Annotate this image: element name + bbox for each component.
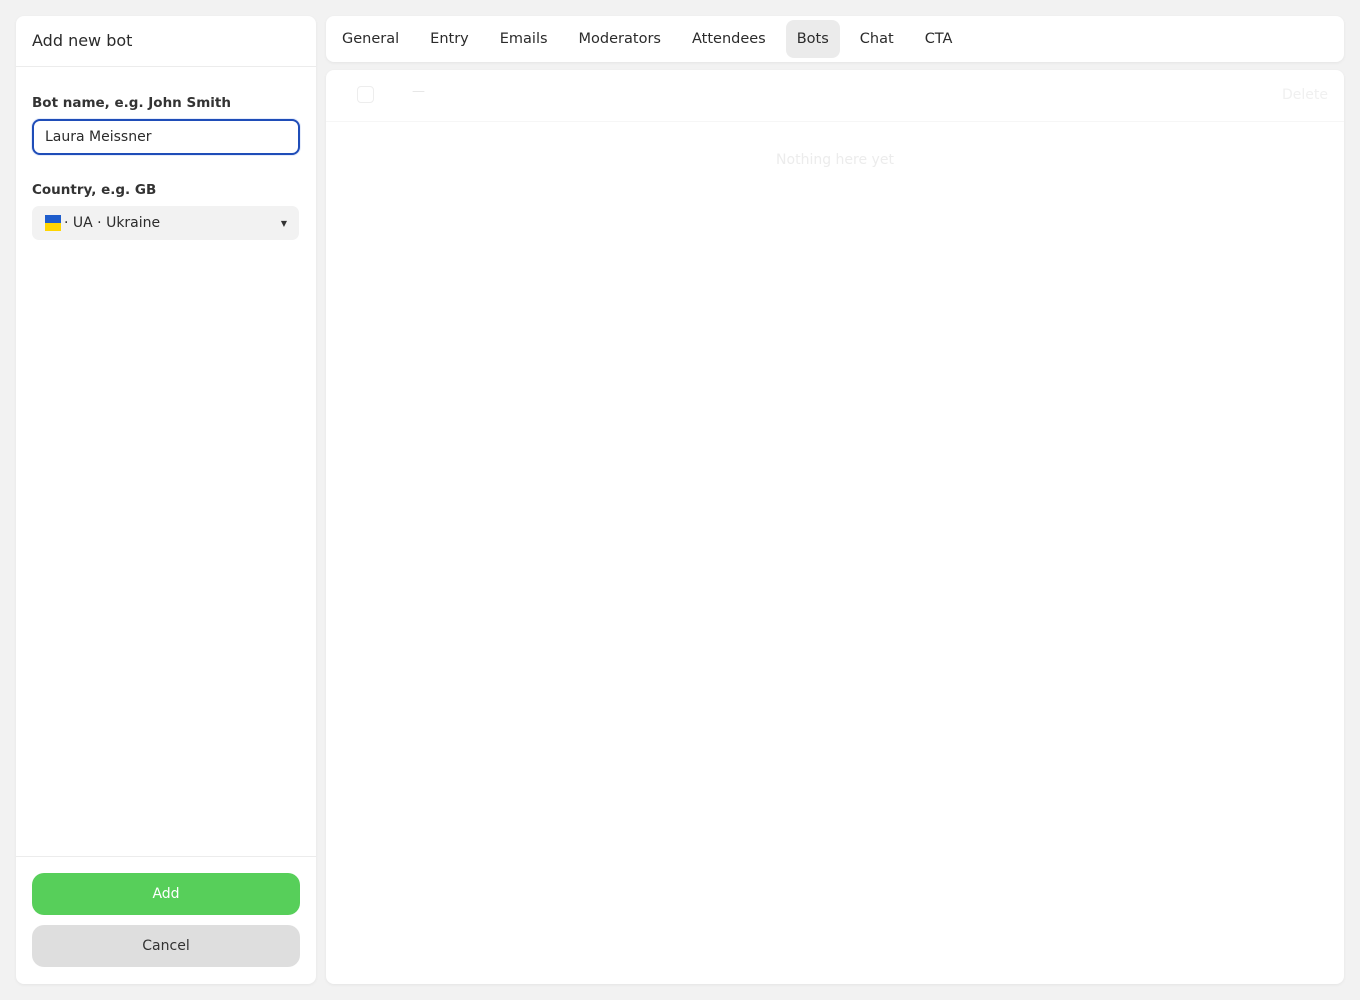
list-header-dash: — [412,84,425,99]
tab-chat[interactable]: Chat [849,20,905,58]
tab-entry[interactable]: Entry [419,20,480,58]
select-all-checkbox[interactable] [357,86,374,103]
tab-moderators[interactable]: Moderators [568,20,672,58]
tab-cta[interactable]: CTA [914,20,964,58]
chevron-down-icon: ▼ [280,218,287,228]
bot-name-input[interactable] [32,119,300,155]
tab-emails[interactable]: Emails [489,20,559,58]
panel-footer: Add Cancel [16,856,316,984]
bots-list-panel: — Delete Nothing here yet [326,70,1344,984]
country-label: Country, e.g. GB [32,182,157,198]
ukraine-flag-icon [45,215,61,231]
panel-form: Bot name, e.g. John Smith Country, e.g. … [16,67,316,240]
settings-tabs: General Entry Emails Moderators Attendee… [326,16,1344,62]
list-header: — Delete [326,70,1344,122]
panel-title: Add new bot [32,31,133,50]
bot-name-label: Bot name, e.g. John Smith [32,95,231,111]
empty-state-text: Nothing here yet [776,152,894,168]
cancel-button[interactable]: Cancel [32,925,300,967]
panel-header: Add new bot [16,16,316,67]
tab-general[interactable]: General [331,20,410,58]
tab-attendees[interactable]: Attendees [681,20,777,58]
tab-bots[interactable]: Bots [785,20,840,58]
add-button[interactable]: Add [32,873,300,915]
country-select[interactable]: · UA · Ukraine ▼ [32,206,299,240]
add-bot-panel: Add new bot Bot name, e.g. John Smith Co… [16,16,316,984]
country-select-value: · UA · Ukraine [64,215,161,231]
delete-button[interactable]: Delete [1282,87,1328,103]
